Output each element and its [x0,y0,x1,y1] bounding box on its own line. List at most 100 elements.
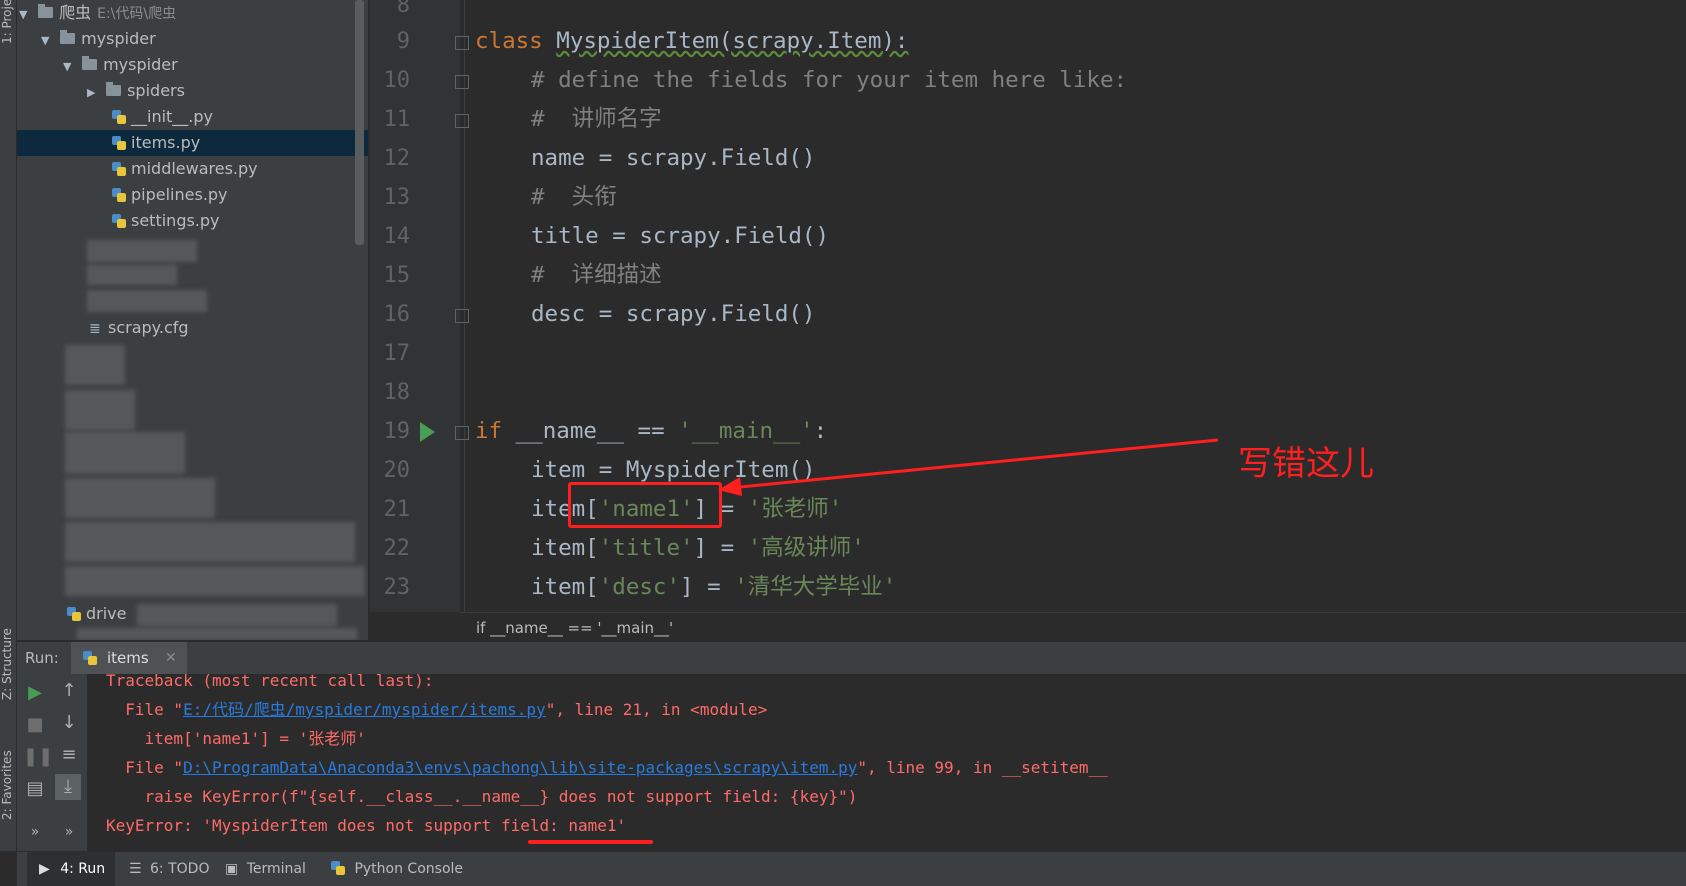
blurred-region [65,478,215,518]
line-number: 11 [383,107,411,132]
run-gutter-icon[interactable] [420,422,435,442]
fold-marker-icon[interactable] [455,114,469,128]
favorites-tool-tab[interactable]: 2: Favorites [0,750,14,820]
code-line-12[interactable]: name = scrapy.Field() [531,139,815,178]
arrow-down-icon[interactable]: ↓ [57,712,81,733]
code-line-22[interactable]: item['title'] = '高级讲师' [531,529,865,568]
stop-icon[interactable]: ■ [23,714,47,735]
run-console[interactable]: Traceback (most recent call last): File … [88,671,1686,851]
chevron-down-icon[interactable]: ▼ [41,28,55,54]
soft-wrap-icon[interactable]: ≡ [57,744,81,765]
fold-marker-icon[interactable] [455,426,469,440]
line-number: 20 [383,458,411,483]
fold-marker-icon[interactable] [455,309,469,323]
play-icon: ▶ [39,861,50,877]
code-line-14[interactable]: title = scrapy.Field() [531,217,829,256]
structure-tool-tab[interactable]: Z: Structure [0,628,14,700]
tree-item-pipelines[interactable]: pipelines.py [17,182,368,208]
tree-item-items[interactable]: items.py [17,130,368,156]
tree-item-myspider[interactable]: ▼ myspider [17,26,368,52]
python-file-icon [112,161,126,176]
tree-item-label: spiders [127,81,185,100]
line-number: 14 [383,224,411,249]
code-line-15[interactable]: # 详细描述 [531,256,662,295]
tree-item-init[interactable]: __init__.py [17,104,368,130]
code-line-9[interactable]: class MyspiderItem(scrapy.Item): [475,22,908,61]
blurred-region [65,345,125,385]
blurred-region [87,265,177,285]
console-line: Traceback (most recent call last): [106,671,434,690]
terminal-icon: ▣ [225,861,239,877]
tree-item-settings[interactable]: settings.py [17,208,368,234]
more-icon[interactable]: » [23,824,47,840]
pause-icon[interactable]: ❚❚ [23,746,53,767]
line-number: 10 [383,68,411,93]
folder-icon [38,4,54,18]
line-number: 13 [383,185,411,210]
blurred-region [77,628,357,640]
tree-item-spiders[interactable]: ▶ spiders [17,78,368,104]
arrow-up-icon[interactable]: ↑ [57,680,81,701]
annotation-underline [528,840,653,844]
blurred-region [87,290,207,312]
editor-breadcrumb[interactable]: if __name__ == '__main__' [460,612,1686,643]
rerun-icon[interactable]: ▶ [23,682,47,703]
scroll-to-end-icon[interactable]: ⤓ [55,774,81,800]
code-line-13[interactable]: # 头衔 [531,178,617,217]
tab-label: 4: Run [60,861,106,877]
tab-python-console[interactable]: Python Console [329,852,469,886]
python-file-icon [112,109,126,124]
tab-label: Python Console [354,861,464,877]
layout-icon[interactable]: ▤ [23,778,47,799]
tree-item-label: pipelines.py [131,185,228,204]
tree-root[interactable]: ▼ 爬虫 E:\代码\爬虫 [17,0,368,26]
tree-item-label: middlewares.py [131,159,258,178]
tree-item-label: scrapy.cfg [108,318,189,337]
tree-item-myspider-pkg[interactable]: ▼ myspider [17,52,368,78]
tab-todo[interactable]: ☰ 6: TODO [119,852,215,886]
code-line-10[interactable]: # define the fields for your item here l… [531,61,1127,100]
chevron-right-icon[interactable]: ▶ [87,80,101,106]
left-tool-strip: 1: Project Z: Structure 2: Favorites [0,0,17,851]
python-file-icon [112,135,126,150]
fold-marker-icon[interactable] [455,36,469,50]
code-line-16[interactable]: desc = scrapy.Field() [531,295,815,334]
annotation-label: 写错这儿 [1238,444,1374,484]
tab-label: Terminal [246,861,306,877]
tree-item-label: myspider [81,29,156,48]
console-error-line: KeyError: 'MyspiderItem does not support… [106,816,627,835]
tree-root-label: 爬虫 [59,3,92,22]
console-file-link[interactable]: D:\ProgramData\Anaconda3\envs\pachong\li… [183,758,857,777]
fold-marker-icon[interactable] [455,75,469,89]
line-number: 19 [383,419,411,444]
line-number: 16 [383,302,411,327]
project-tool-tab[interactable]: 1: Project [0,0,14,44]
code-line-23[interactable]: item['desc'] = '清华大学毕业' [531,568,896,606]
python-run-icon [83,651,97,665]
python-file-icon [67,606,81,621]
tree-item-middlewares[interactable]: middlewares.py [17,156,368,182]
tree-item-label: settings.py [131,211,220,230]
tree-item-label: items.py [131,133,201,152]
tree-item-label: __init__.py [131,107,214,126]
tree-item-label: myspider [103,55,178,74]
console-line: raise KeyError(f"{self.__class__.__name_… [106,787,858,806]
code-line-11[interactable]: # 讲师名字 [531,100,662,139]
chevron-down-icon[interactable]: ▼ [19,2,33,28]
tree-item-scrapy-cfg[interactable]: ≣ scrapy.cfg [17,315,368,341]
tab-terminal[interactable]: ▣ Terminal [221,852,317,886]
blurred-region [65,566,365,596]
chevron-down-icon[interactable]: ▼ [63,54,77,80]
tab-run[interactable]: ▶ 4: Run [27,852,115,886]
breadcrumb-label: if __name__ == '__main__' [476,619,674,637]
line-number: 22 [383,536,411,561]
console-file-link[interactable]: E:/代码/爬虫/myspider/myspider/items.py [183,700,546,719]
line-number: 18 [383,380,411,405]
line-number: 21 [383,497,411,522]
annotation-highlight-box [568,482,722,528]
more-icon[interactable]: » [57,824,81,840]
tree-item-label: drive [86,604,127,623]
blurred-region [137,604,337,626]
tree-scrollbar[interactable] [355,0,364,245]
console-line: item['name1'] = '张老师' [106,729,366,748]
